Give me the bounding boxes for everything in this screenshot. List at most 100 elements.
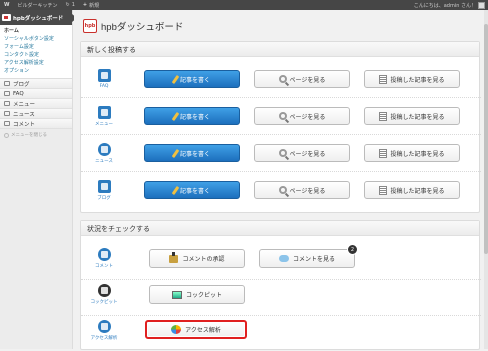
row-label: コメント xyxy=(89,248,119,269)
access-analysis-icon xyxy=(97,320,111,333)
list-icon xyxy=(379,185,388,195)
wp-logo-icon: W xyxy=(4,2,10,8)
row-label: メニュー xyxy=(89,106,119,127)
row-label: FAQ xyxy=(89,69,119,89)
post-row-menu: メニュー 記事を書く ページを見る 投稿した記事を見る xyxy=(81,103,481,135)
sidebar-item-label: FAQ xyxy=(13,90,24,97)
post-row-news: ニュース 記事を書く ページを見る 投稿した記事を見る xyxy=(81,140,481,172)
pencil-icon xyxy=(171,185,180,195)
hpb-icon xyxy=(2,14,11,21)
greeting: こんにちは、admin さん！ xyxy=(413,2,476,9)
scrollbar[interactable] xyxy=(484,10,488,349)
post-row-faq: FAQ 記事を書く ページを見る 投稿した記事を見る xyxy=(81,66,481,98)
sidebar-item-label: ブログ xyxy=(13,81,30,88)
site-name-link[interactable]: ビルダーキッチン xyxy=(14,0,62,10)
view-posts-button[interactable]: 投稿した記事を見る xyxy=(364,181,460,199)
new-label: 新規 xyxy=(89,2,100,9)
status-row-cockpit: コックピット コックピット xyxy=(81,280,481,316)
sidebar-item-hpb-dashboard[interactable]: hpbダッシュボード xyxy=(0,10,77,25)
write-post-button[interactable]: 記事を書く xyxy=(144,144,240,162)
row-label-text: コメント xyxy=(95,264,113,269)
stamp-icon xyxy=(169,251,179,263)
pie-chart-icon xyxy=(171,325,182,334)
submenu-contact[interactable]: コンタクト設定 xyxy=(0,51,72,59)
button-label: 記事を書く xyxy=(179,150,210,158)
view-posts-button[interactable]: 投稿した記事を見る xyxy=(364,144,460,162)
button-label: コックピット xyxy=(185,292,222,299)
collapse-menu-button[interactable]: メニューを閉じる xyxy=(0,129,72,141)
button-label: 記事を書く xyxy=(179,113,210,121)
collapse-label: メニューを閉じる xyxy=(11,133,47,138)
write-post-button[interactable]: 記事を書く xyxy=(144,107,240,125)
row-label: アクセス解析 xyxy=(89,320,119,341)
faq-icon xyxy=(97,69,111,82)
status-row-comment: コメント コメントの承認 コメントを見る 2 xyxy=(81,244,481,280)
list-icon xyxy=(379,111,388,121)
approve-comments-button[interactable]: コメントの承認 xyxy=(149,249,245,268)
sidebar-item-blog[interactable]: ブログ xyxy=(0,79,72,89)
view-posts-button[interactable]: 投稿した記事を見る xyxy=(364,70,460,88)
comment-count-badge: 2 xyxy=(347,244,358,255)
comment-icon xyxy=(4,121,10,126)
sidebar-item-news[interactable]: ニュース xyxy=(0,109,72,119)
view-posts-button[interactable]: 投稿した記事を見る xyxy=(364,107,460,125)
news-icon xyxy=(97,143,111,156)
magnifier-icon xyxy=(278,112,287,120)
sidebar-submenu: ホーム ソーシャルボタン設定 フォーム設定 コンタクト設定 アクセス解析設定 オ… xyxy=(0,25,72,79)
post-row-blog: ブログ 記事を書く ページを見る 投稿した記事を見る xyxy=(81,177,481,209)
pencil-icon xyxy=(171,111,180,121)
news-icon xyxy=(4,111,10,116)
account-menu[interactable]: こんにちは、admin さん！ xyxy=(410,0,488,10)
button-label: 投稿した記事を見る xyxy=(390,150,445,158)
button-label: 投稿した記事を見る xyxy=(390,76,445,84)
cockpit-button[interactable]: コックピット xyxy=(149,285,245,304)
button-label: コメントを見る xyxy=(292,256,335,263)
scrollbar-thumb[interactable] xyxy=(484,24,488,254)
row-label: ブログ xyxy=(89,180,119,201)
list-icon xyxy=(379,74,388,84)
access-analysis-button[interactable]: アクセス解析 xyxy=(145,320,247,339)
wp-logo[interactable]: W xyxy=(0,0,14,10)
button-label: ページを見る xyxy=(289,150,326,158)
blog-icon xyxy=(97,180,111,193)
sidebar: hpbダッシュボード ホーム ソーシャルボタン設定 フォーム設定 コンタクト設定… xyxy=(0,10,77,349)
updates-link[interactable]: ↻ 1 xyxy=(62,0,79,10)
cockpit-icon xyxy=(97,284,111,297)
avatar xyxy=(478,1,485,9)
row-label: コックピット xyxy=(89,284,119,305)
sidebar-item-comment[interactable]: コメント xyxy=(0,119,72,129)
submenu-home[interactable]: ホーム xyxy=(0,27,72,35)
button-label: 記事を書く xyxy=(179,76,210,84)
submenu-options[interactable]: オプション xyxy=(0,67,72,75)
faq-icon xyxy=(4,91,10,96)
sidebar-item-menu[interactable]: メニュー xyxy=(0,99,72,109)
write-post-button[interactable]: 記事を書く xyxy=(144,181,240,199)
list-icon xyxy=(379,148,388,158)
row-label: ニュース xyxy=(89,143,119,164)
blog-icon xyxy=(4,81,10,86)
view-page-button[interactable]: ページを見る xyxy=(254,181,350,199)
write-post-button[interactable]: 記事を書く xyxy=(144,70,240,88)
sidebar-item-faq[interactable]: FAQ xyxy=(0,89,72,99)
view-comments-button[interactable]: コメントを見る xyxy=(259,249,355,268)
magnifier-icon xyxy=(278,186,287,194)
submenu-access-analysis[interactable]: アクセス解析設定 xyxy=(0,59,72,67)
status-row-access: アクセス解析 アクセス解析 xyxy=(81,316,481,351)
view-page-button[interactable]: ページを見る xyxy=(254,107,350,125)
sidebar-item-label: メニュー xyxy=(13,101,36,108)
new-content-link[interactable]: + 新規 xyxy=(79,0,103,10)
button-label: 記事を書く xyxy=(179,187,210,195)
button-label: ページを見る xyxy=(289,187,326,195)
button-label: ページを見る xyxy=(289,76,326,84)
panel-heading: 状況をチェックする xyxy=(81,221,479,236)
main-content: hpb hpbダッシュボード 新しく投稿する FAQ 記事を書く ページを見る … xyxy=(74,10,484,351)
speech-bubble-icon xyxy=(278,255,289,262)
pencil-icon xyxy=(171,148,180,158)
view-page-button[interactable]: ページを見る xyxy=(254,70,350,88)
sidebar-item-label: コメント xyxy=(13,121,36,128)
row-label-text: FAQ xyxy=(99,84,109,89)
submenu-form[interactable]: フォーム設定 xyxy=(0,43,72,51)
submenu-social-button[interactable]: ソーシャルボタン設定 xyxy=(0,35,72,43)
button-label: 投稿した記事を見る xyxy=(390,187,445,195)
view-page-button[interactable]: ページを見る xyxy=(254,144,350,162)
